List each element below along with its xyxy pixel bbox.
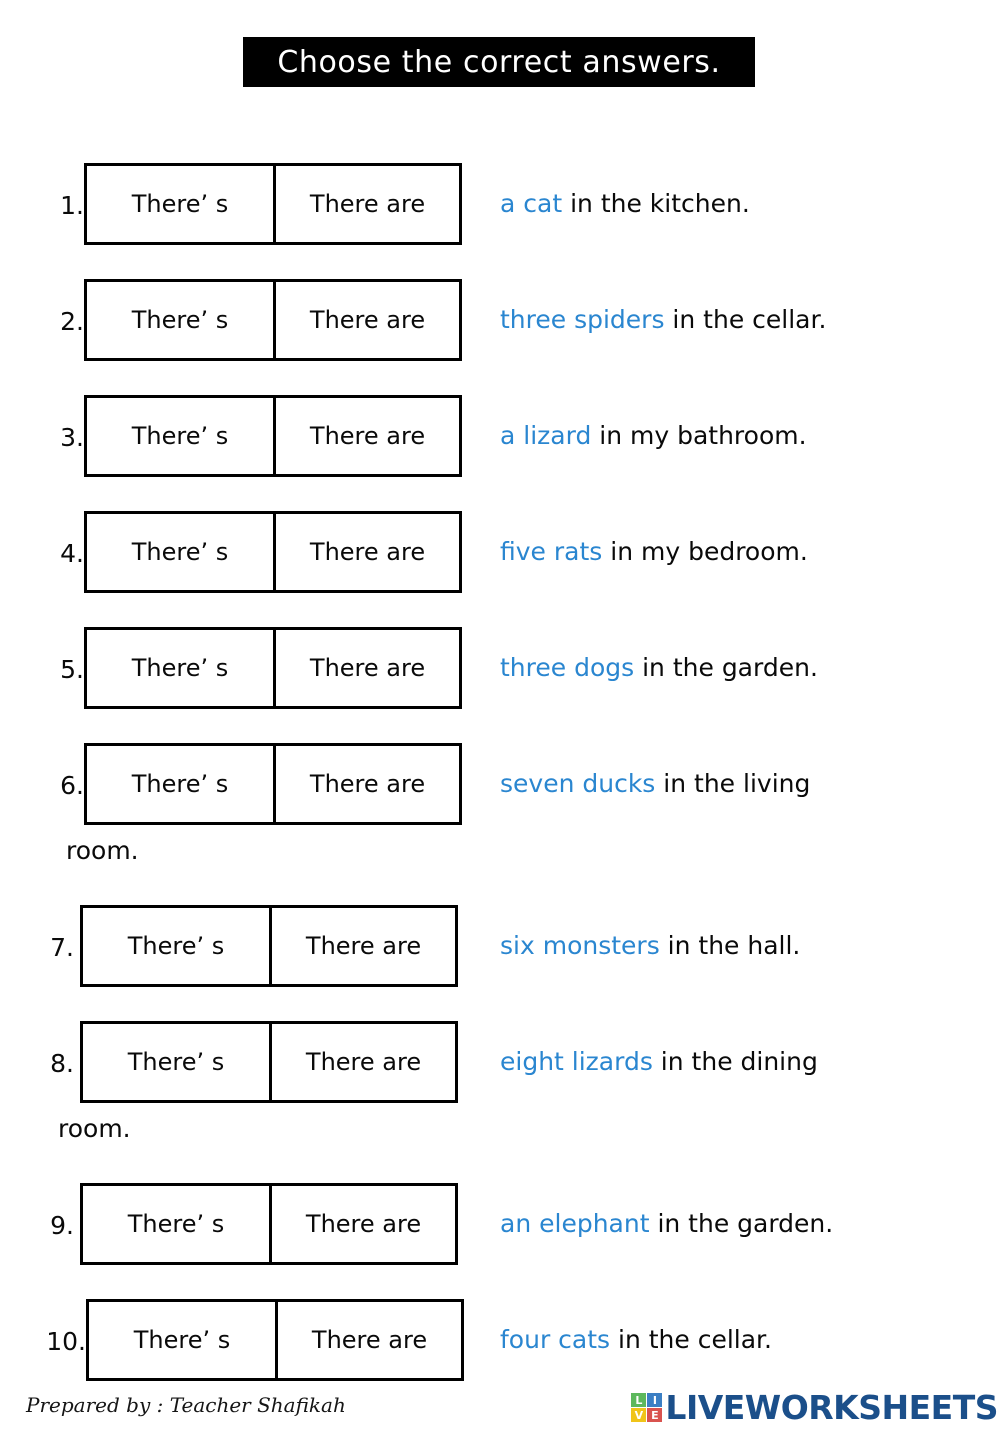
question-row: 3. There’ s There are a lizard in my bathro… <box>0 382 1000 498</box>
sentence-subject: an elephant <box>500 1209 650 1238</box>
question-list: 1. There’ s There are a cat in the kitchen.… <box>0 150 1000 1402</box>
page-title: Choose the correct answers. <box>277 44 721 80</box>
sentence-predicate: in the living <box>655 769 811 798</box>
choice-option-theres[interactable]: There’ s <box>87 746 273 822</box>
sentence-predicate: in the garden. <box>634 653 818 682</box>
sentence-subject: three dogs <box>500 653 635 682</box>
logo-tile-e-icon: E <box>647 1408 663 1422</box>
choice-option-there-are[interactable]: There are <box>275 1302 461 1378</box>
footer: Prepared by : Teacher Shafikah LIVE LIVE… <box>0 1383 1000 1443</box>
answer-choice-box: There’ s There are <box>86 1299 464 1381</box>
sentence-predicate: in the dining <box>652 1047 818 1076</box>
sentence-subject: a cat <box>500 189 563 218</box>
answer-choice-box: There’ s There are <box>84 511 462 593</box>
question-row: 9. There’ s There are an elephant in the ga… <box>0 1170 1000 1286</box>
liveworksheets-wordmark: LIVEWORKSHEETS <box>665 1388 998 1427</box>
sentence-predicate: in the cellar. <box>610 1325 772 1354</box>
question-number: 1. <box>60 191 84 220</box>
choice-option-theres[interactable]: There’ s <box>87 166 273 242</box>
sentence-predicate: in the garden. <box>649 1209 834 1238</box>
choice-option-theres[interactable]: There’ s <box>87 282 273 358</box>
choice-option-there-are[interactable]: There are <box>269 1024 455 1100</box>
question-number: 10. <box>46 1327 86 1356</box>
choice-option-theres[interactable]: There’ s <box>89 1302 275 1378</box>
sentence-subject: four cats <box>500 1325 611 1354</box>
choice-option-theres[interactable]: There’ s <box>87 398 273 474</box>
sentence-predicate: in the kitchen. <box>562 189 750 218</box>
question-number: 4. <box>60 539 84 568</box>
choice-option-there-are[interactable]: There are <box>273 166 459 242</box>
choice-option-there-are[interactable]: There are <box>273 282 459 358</box>
question-number: 5. <box>60 655 84 684</box>
sentence-subject: eight lizards <box>500 1047 653 1076</box>
question-number: 3. <box>60 423 84 452</box>
choice-option-there-are[interactable]: There are <box>273 398 459 474</box>
logo-tile-i-icon: I <box>647 1393 663 1407</box>
answer-choice-box: There’ s There are <box>84 627 462 709</box>
sentence-wrap-line: room. <box>66 836 139 865</box>
worksheet-title-banner: Choose the correct answers. <box>243 37 755 87</box>
choice-option-theres[interactable]: There’ s <box>87 630 273 706</box>
sentence-subject: seven ducks <box>500 769 656 798</box>
sentence-predicate: in my bedroom. <box>602 537 808 566</box>
choice-option-theres[interactable]: There’ s <box>83 1024 269 1100</box>
prepared-by-credit: Prepared by : Teacher Shafikah <box>26 1393 346 1417</box>
question-row: 6. There’ s There are seven ducks in the li… <box>0 730 1000 892</box>
question-row: 1. There’ s There are a cat in the kitchen. <box>0 150 1000 266</box>
sentence-predicate: in the hall. <box>659 931 801 960</box>
question-number: 8. <box>50 1049 74 1078</box>
choice-option-there-are[interactable]: There are <box>273 630 459 706</box>
answer-choice-box: There’ s There are <box>84 743 462 825</box>
question-number: 6. <box>60 771 84 800</box>
liveworksheets-tiles-icon: LIVE <box>631 1393 663 1422</box>
question-sentence: a cat in the kitchen. <box>500 190 970 218</box>
sentence-predicate: in my bathroom. <box>591 421 807 450</box>
answer-choice-box: There’ s There are <box>84 395 462 477</box>
answer-choice-box: There’ s There are <box>80 1021 458 1103</box>
sentence-subject: five rats <box>500 537 603 566</box>
question-sentence: five rats in my bedroom. <box>500 538 970 566</box>
sentence-wrap-line: room. <box>58 1114 131 1143</box>
question-sentence: three spiders in the cellar. <box>500 306 970 334</box>
question-sentence: three dogs in the garden. <box>500 654 970 682</box>
question-row: 2. There’ s There are three spiders in the … <box>0 266 1000 382</box>
answer-choice-box: There’ s There are <box>84 163 462 245</box>
question-number: 7. <box>50 933 74 962</box>
sentence-subject: three spiders <box>500 305 665 334</box>
choice-option-theres[interactable]: There’ s <box>83 1186 269 1262</box>
choice-option-there-are[interactable]: There are <box>269 908 455 984</box>
question-number: 2. <box>60 307 84 336</box>
question-row: 8. There’ s There are eight lizards in the … <box>0 1008 1000 1170</box>
logo-tile-v-icon: V <box>631 1408 647 1422</box>
choice-option-theres[interactable]: There’ s <box>87 514 273 590</box>
question-row: 4. There’ s There are five rats in my bedro… <box>0 498 1000 614</box>
sentence-subject: a lizard <box>500 421 592 450</box>
question-row: 5. There’ s There are three dogs in the gar… <box>0 614 1000 730</box>
question-sentence: six monsters in the hall. <box>500 932 970 960</box>
question-sentence: an elephant in the garden. <box>500 1210 970 1238</box>
question-sentence: seven ducks in the living <box>500 770 970 798</box>
sentence-subject: six monsters <box>500 931 660 960</box>
liveworksheets-logo[interactable]: LIVE LIVEWORKSHEETS <box>631 1391 998 1424</box>
choice-option-there-are[interactable]: There are <box>273 514 459 590</box>
question-sentence: a lizard in my bathroom. <box>500 422 970 450</box>
sentence-predicate: in the cellar. <box>664 305 827 334</box>
logo-tile-l-icon: L <box>631 1393 647 1407</box>
choice-option-there-are[interactable]: There are <box>273 746 459 822</box>
answer-choice-box: There’ s There are <box>84 279 462 361</box>
question-number: 9. <box>50 1211 74 1240</box>
choice-option-theres[interactable]: There’ s <box>83 908 269 984</box>
answer-choice-box: There’ s There are <box>80 905 458 987</box>
answer-choice-box: There’ s There are <box>80 1183 458 1265</box>
question-sentence: eight lizards in the dining <box>500 1048 970 1076</box>
question-row: 7. There’ s There are six monsters in the h… <box>0 892 1000 1008</box>
choice-option-there-are[interactable]: There are <box>269 1186 455 1262</box>
question-sentence: four cats in the cellar. <box>500 1326 970 1354</box>
